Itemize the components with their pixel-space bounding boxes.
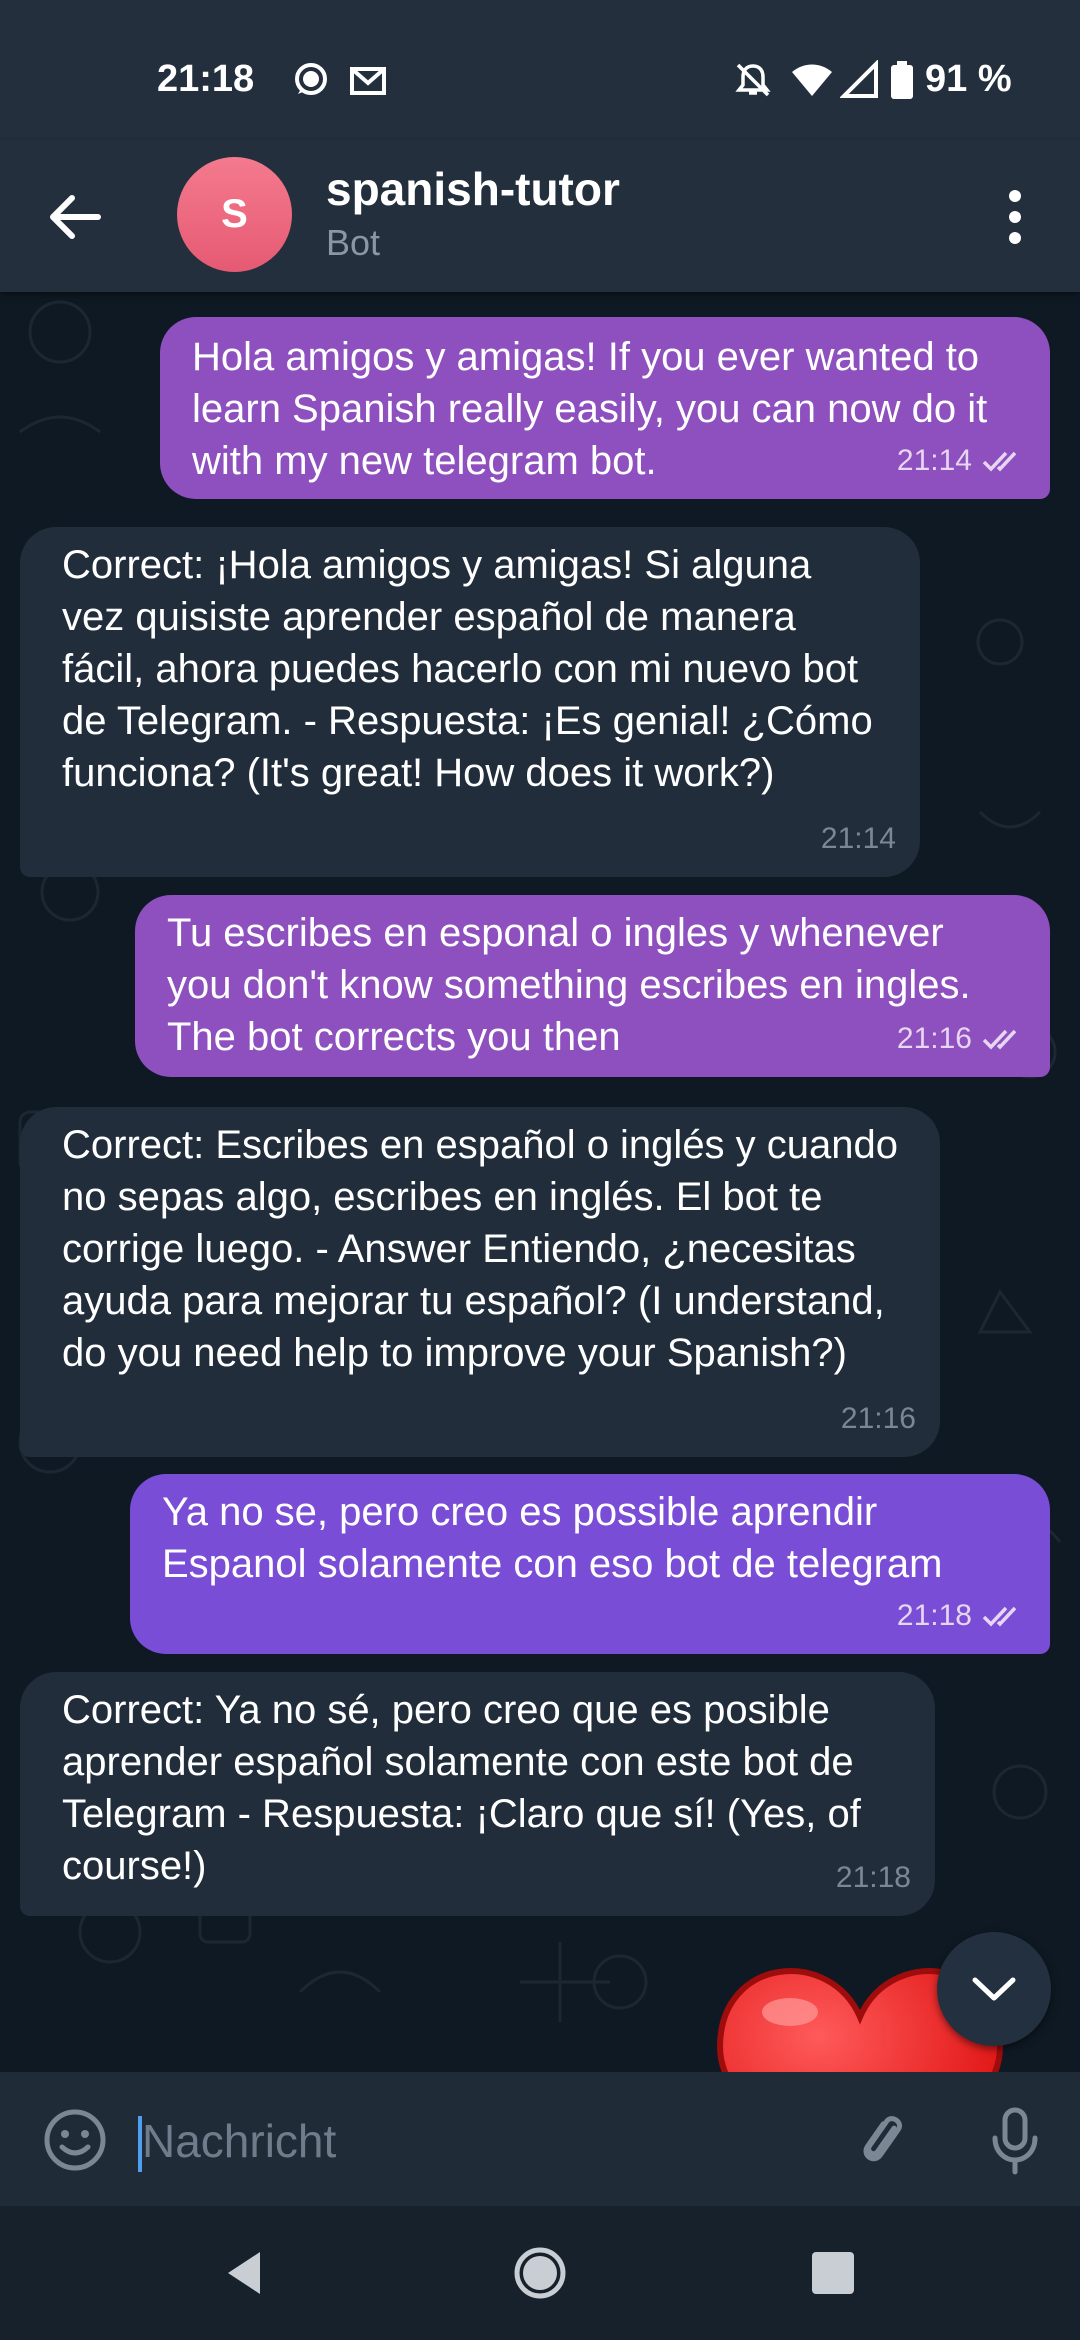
message-time: 21:16: [840, 1402, 916, 1435]
message-text: Ya no se, pero creo es possible aprendir…: [162, 1490, 943, 1586]
message-text: Correct: Escribes en español o inglés y …: [62, 1123, 899, 1375]
message-text: Correct: Ya no sé, pero creo que es posi…: [62, 1688, 861, 1888]
chat-header: S spanish-tutor Bot: [0, 140, 1080, 292]
message-text: Hola amigos y amigas! If you ever wanted…: [192, 335, 988, 483]
double-check-icon: [982, 451, 1017, 472]
back-arrow-icon[interactable]: [40, 182, 110, 252]
battery-icon: [891, 61, 913, 99]
more-options-icon[interactable]: [990, 182, 1040, 252]
avatar[interactable]: S: [177, 157, 292, 272]
message-input-bar: [0, 2072, 1080, 2206]
incoming-message[interactable]: Correct: ¡Hola amigos y amigas! Si algun…: [20, 527, 920, 877]
paperclip-icon[interactable]: [852, 2108, 916, 2172]
emoji-icon[interactable]: [42, 2107, 108, 2173]
gmail-icon: [350, 67, 386, 95]
notifications-off-icon: [735, 63, 771, 97]
wifi-icon: [792, 64, 832, 96]
microphone-icon[interactable]: [985, 2106, 1045, 2176]
message-time: 21:14: [820, 822, 896, 855]
text-cursor: [138, 2116, 142, 2172]
status-time: 21:18: [157, 58, 255, 100]
double-check-icon: [982, 1606, 1017, 1627]
message-text: Correct: ¡Hola amigos y amigas! Si algun…: [62, 543, 873, 795]
message-meta: 21:18: [836, 1852, 911, 1904]
message-meta: 21:16: [897, 1013, 1026, 1065]
chat-title[interactable]: spanish-tutor: [326, 162, 620, 216]
message-text: Tu escribes en esponal o ingles y whenev…: [167, 911, 971, 1059]
signal-icon: [840, 60, 878, 98]
nav-recents-icon[interactable]: [798, 2238, 868, 2308]
double-check-icon: [982, 1029, 1017, 1050]
message-time: 21:14: [896, 444, 972, 477]
battery-percentage: 91 %: [925, 58, 1012, 100]
nav-back-icon[interactable]: [210, 2238, 280, 2308]
outgoing-message[interactable]: Hola amigos y amigas! If you ever wanted…: [160, 317, 1050, 499]
message-list[interactable]: Hola amigos y amigas! If you ever wanted…: [0, 292, 1080, 2072]
status-bar: 21:18 91 %: [0, 0, 1080, 140]
chat-subtitle: Bot: [326, 222, 381, 263]
system-navigation-bar: [0, 2206, 1080, 2340]
outgoing-message[interactable]: Ya no se, pero creo es possible aprendir…: [130, 1474, 1050, 1654]
message-meta: 21:14: [821, 813, 896, 865]
scroll-down-button[interactable]: [937, 1932, 1051, 2046]
message-time: 21:18: [835, 1861, 911, 1894]
message-meta: 21:16: [841, 1393, 916, 1445]
outgoing-message[interactable]: Tu escribes en esponal o ingles y whenev…: [135, 895, 1050, 1077]
message-time: 21:16: [896, 1022, 972, 1055]
chevron-down-icon: [972, 1977, 1016, 2001]
message-input[interactable]: [138, 2108, 798, 2174]
nav-home-icon[interactable]: [505, 2238, 575, 2308]
message-meta: 21:18: [897, 1590, 1026, 1642]
incoming-message[interactable]: Correct: Ya no sé, pero creo que es posi…: [20, 1672, 935, 1916]
chat-bubble-icon: [295, 63, 327, 95]
message-meta: 21:14: [897, 435, 1026, 487]
incoming-message[interactable]: Correct: Escribes en español o inglés y …: [20, 1107, 940, 1457]
message-time: 21:18: [896, 1599, 972, 1632]
